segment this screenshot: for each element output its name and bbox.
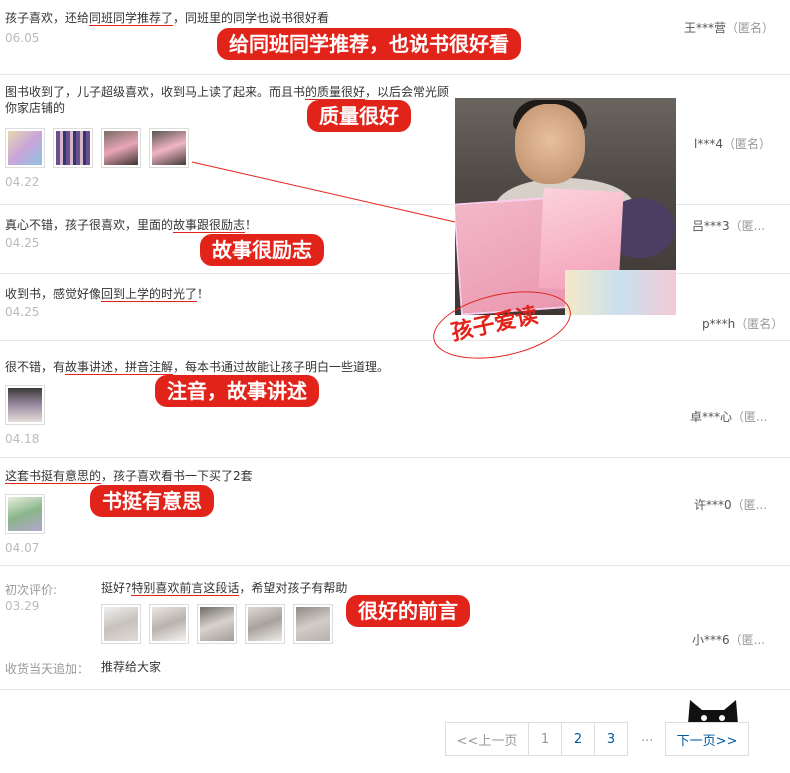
callout-badge: 注音，故事讲述 xyxy=(155,375,319,407)
reviewer-name: p***h（匿名） xyxy=(702,317,784,331)
photo-face xyxy=(515,104,585,184)
review-text: 这套书挺有意思的，孩子喜欢看书一下买了2套 xyxy=(5,469,253,484)
review-date: 06.05 xyxy=(5,31,40,45)
reviewer-name: 卓***心（匿... xyxy=(690,410,768,424)
pagination-next: 下一页>> xyxy=(665,722,749,756)
review-text: 挺好?特别喜欢前言这段话，希望对孩子有帮助 xyxy=(101,581,348,596)
callout-badge: 质量很好 xyxy=(307,100,411,132)
review-photo[interactable] xyxy=(245,604,285,644)
pagination: <<上一页 1 2 3 xyxy=(445,722,628,756)
append-review-text: 推荐给大家 xyxy=(101,660,162,674)
append-review-label: 收货当天追加： xyxy=(5,662,90,676)
initial-review-label: 初次评价: xyxy=(5,583,58,597)
review-photos xyxy=(5,385,45,425)
reviewer-name: 吕***3（匿... xyxy=(692,219,766,233)
review-text: 收到书，感觉好像回到上学的时光了！ xyxy=(5,287,210,302)
review-photo[interactable] xyxy=(101,604,141,644)
review-photo[interactable] xyxy=(101,128,141,168)
reviewer-name: 小***6（匿... xyxy=(692,633,766,647)
callout-badge: 给同班同学推荐，也说书很好看 xyxy=(217,28,521,60)
review-date: 04.18 xyxy=(5,432,40,446)
pagination-ellipsis: ... xyxy=(641,730,654,745)
page-button[interactable]: 3 xyxy=(594,722,628,756)
review-date: 04.22 xyxy=(5,175,40,189)
review-photo[interactable] xyxy=(5,494,45,534)
featured-review-photo[interactable] xyxy=(455,98,676,315)
callout-badge: 书挺有意思 xyxy=(90,485,214,517)
prev-page-button[interactable]: <<上一页 xyxy=(445,722,529,756)
review-date: 04.07 xyxy=(5,541,40,555)
review-date: 04.25 xyxy=(5,305,40,319)
review-text: 很不错，有故事讲述，拼音注解，每本书通过故能让孩子明白一些道理。 xyxy=(5,360,390,375)
review-photo[interactable] xyxy=(197,604,237,644)
reviewer-name: 许***0（匿... xyxy=(694,498,768,512)
review-photos xyxy=(5,494,45,534)
review-date: 04.25 xyxy=(5,236,40,250)
page-button[interactable]: 1 xyxy=(528,722,562,756)
review-photo[interactable] xyxy=(149,604,189,644)
photo-card xyxy=(565,270,676,315)
review-date: 03.29 xyxy=(5,599,40,613)
mascot-cat-icon xyxy=(688,700,738,724)
review-photo[interactable] xyxy=(5,128,45,168)
review-photos xyxy=(101,604,333,644)
review-item: 初次评价: 03.29 挺好?特别喜欢前言这段话，希望对孩子有帮助 收货当天追加… xyxy=(0,566,790,690)
review-item: 很不错，有故事讲述，拼音注解，每本书通过故能让孩子明白一些道理。 04.18 卓… xyxy=(0,341,790,458)
reviewer-name: 王***营（匿名） xyxy=(684,21,775,35)
review-photo[interactable] xyxy=(149,128,189,168)
callout-badge: 很好的前言 xyxy=(346,595,470,627)
next-page-button[interactable]: 下一页>> xyxy=(665,722,749,756)
callout-badge: 故事很励志 xyxy=(200,234,324,266)
review-photos xyxy=(5,128,189,168)
review-text: 孩子喜欢，还给同班同学推荐了，同班里的同学也说书很好看 xyxy=(5,11,330,26)
review-photo[interactable] xyxy=(5,385,45,425)
review-text: 真心不错，孩子很喜欢，里面的故事跟很励志！ xyxy=(5,218,258,233)
review-photo[interactable] xyxy=(293,604,333,644)
reviewer-name: l***4（匿名） xyxy=(694,137,771,151)
review-photo[interactable] xyxy=(53,128,93,168)
page-button[interactable]: 2 xyxy=(561,722,595,756)
